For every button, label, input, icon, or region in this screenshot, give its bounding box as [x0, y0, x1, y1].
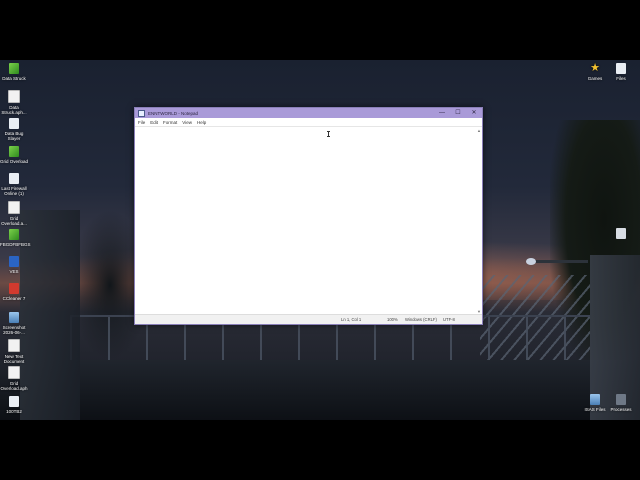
app-icon — [9, 146, 19, 157]
wallpaper-floor — [0, 360, 640, 420]
desktop-icon-grid-overload-a[interactable]: Grid Overload.a... — [0, 201, 28, 226]
desktop-icon-games[interactable]: ★ Games — [581, 62, 609, 82]
desktop-icon-label: Last Firewall Online (1) — [1, 186, 27, 196]
ccleaner-icon — [9, 283, 19, 294]
desktop-icon-label: Data Bug Slayer — [4, 131, 24, 141]
window-title: ENNTWORLD - Notepad — [148, 110, 199, 116]
menu-help[interactable]: Help — [197, 120, 206, 125]
document-icon — [8, 339, 20, 352]
desktop-icon-label: FBGDFBFBGS — [0, 242, 31, 247]
processes-icon — [616, 394, 626, 405]
desktop-icon-fbgdfbfbgs[interactable]: FBGDFBFBGS — [0, 229, 31, 247]
app-icon — [9, 396, 19, 407]
status-cursor-position: Ln 1, Col 1 — [341, 317, 362, 322]
desktop-icon-data-struck[interactable]: Data Struck — [0, 63, 28, 81]
image-icon — [9, 312, 19, 323]
status-line-ending: Windows (CRLF) — [405, 317, 437, 322]
notepad-app-icon — [138, 109, 145, 117]
app-icon — [9, 63, 19, 74]
desktop-icon-ves[interactable]: VES — [0, 256, 28, 274]
text-cursor-icon — [327, 131, 330, 137]
recycle-bin-icon — [616, 228, 626, 239]
desktop-icon-100tb2[interactable]: 100TB2 — [0, 396, 28, 414]
menu-file[interactable]: File — [138, 120, 145, 125]
app-icon — [9, 229, 19, 240]
desktop-icon-label: Grid Overload.aph — [0, 381, 28, 391]
desktop-icon-label: CCleaner 7 — [2, 296, 26, 301]
desktop-icon-recycle-bin[interactable] — [607, 228, 635, 241]
desktop-icon-data-struck-aph[interactable]: Data Struck.aph... — [0, 90, 28, 115]
app-icon — [9, 118, 19, 129]
desktop-icon-isas-files[interactable]: ISAS Files — [581, 394, 609, 412]
desktop-icon-label: Grid Overload — [0, 159, 29, 164]
status-bar: Ln 1, Col 1 100% Windows (CRLF) UTF-8 — [135, 314, 482, 324]
desktop-icon-data-bug-slayer[interactable]: Data Bug Slayer — [0, 118, 28, 141]
letterbox-top — [0, 0, 640, 60]
window-controls: — ☐ ✕ — [434, 108, 482, 118]
desktop-icon-label: Processes — [610, 407, 632, 412]
document-icon — [8, 90, 20, 103]
document-icon — [8, 366, 20, 379]
app-icon — [9, 173, 19, 184]
menu-view[interactable]: View — [182, 120, 192, 125]
desktop-icon-label: Files — [616, 76, 626, 81]
letterbox-bottom — [0, 420, 640, 480]
desktop-icon-label: Data Struck — [2, 76, 26, 81]
menubar: File Edit Format View Help — [135, 118, 482, 126]
star-icon: ★ — [590, 62, 600, 74]
menu-edit[interactable]: Edit — [150, 120, 158, 125]
desktop-icon-label: VES — [9, 269, 19, 274]
menu-format[interactable]: Format — [163, 120, 177, 125]
desktop-icon-label: ISAS Files — [584, 407, 606, 412]
desktop-icon-label: Screenshot 2026-06-... — [2, 325, 26, 335]
notepad-window[interactable]: ENNTWORLD - Notepad — ☐ ✕ File Edit Form… — [134, 107, 483, 325]
desktop-icon-processes[interactable]: Processes — [607, 394, 635, 412]
word-icon — [9, 256, 19, 267]
desktop-icon-last-firewall-online[interactable]: Last Firewall Online (1) — [0, 173, 28, 196]
desktop-icon-files[interactable]: Files — [607, 63, 635, 81]
notepad-titlebar[interactable]: ENNTWORLD - Notepad — ☐ ✕ — [135, 108, 482, 118]
desktop-icon-label: Data Struck.aph... — [1, 105, 27, 115]
desktop-icon-screenshot[interactable]: Screenshot 2026-06-... — [0, 312, 28, 335]
wallpaper-lamp-light — [526, 258, 536, 265]
desktop-icon-label: 100TB2 — [6, 409, 22, 414]
desktop-icon-ccleaner[interactable]: CCleaner 7 — [0, 283, 28, 301]
close-button[interactable]: ✕ — [466, 108, 482, 118]
desktop-icon-label: Grid Overload.a... — [1, 216, 27, 226]
desktop-icon-grid-overload[interactable]: Grid Overload — [0, 146, 28, 164]
minimize-button[interactable]: — — [434, 108, 450, 118]
maximize-button[interactable]: ☐ — [450, 108, 466, 118]
document-icon — [8, 201, 20, 214]
wallpaper-street-lamp — [528, 260, 588, 263]
desktop-icon-label: Games — [587, 76, 603, 81]
text-editor-area[interactable]: ▲ ▼ — [135, 126, 482, 315]
scroll-up-arrow-icon[interactable]: ▲ — [477, 128, 481, 133]
desktop-icon-new-text-document[interactable]: New Text Document — [0, 339, 28, 364]
desktop-icon-grid-overload-aph[interactable]: Grid Overload.aph — [0, 366, 28, 391]
status-encoding: UTF-8 — [443, 317, 455, 322]
app-icon — [616, 63, 626, 74]
desktop-icon-label: New Text Document — [3, 354, 25, 364]
status-zoom: 100% — [387, 317, 398, 322]
image-icon — [590, 394, 600, 405]
